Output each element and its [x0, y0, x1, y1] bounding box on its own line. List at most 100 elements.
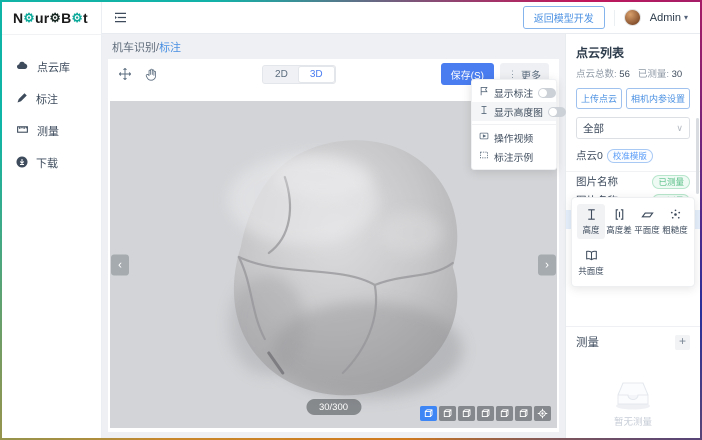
- user-menu[interactable]: Admin ▾: [650, 12, 688, 24]
- view-preset-right-button[interactable]: [496, 406, 513, 421]
- roughness-icon: [669, 208, 682, 221]
- divider: [614, 10, 615, 26]
- image-pager: 30/300: [306, 399, 361, 415]
- filter-select-value: 全部: [583, 121, 604, 136]
- view-preset-front-button[interactable]: [439, 406, 456, 421]
- avatar[interactable]: [624, 9, 641, 26]
- add-measure-button[interactable]: +: [675, 335, 690, 350]
- prev-image-button[interactable]: ‹: [111, 254, 129, 275]
- tool-height[interactable]: 高度: [577, 204, 605, 239]
- menu-item-label: 显示高度图: [494, 105, 543, 119]
- reset-view-button[interactable]: [534, 406, 551, 421]
- height-difference-icon: [613, 208, 626, 221]
- measure-section-header: 测量 +: [566, 326, 700, 357]
- tool-label: 平面度: [634, 224, 660, 236]
- measure-tool-popup: 高度 高度差 平面度 粗糙度: [571, 197, 695, 287]
- download-icon: [16, 156, 28, 171]
- user-name: Admin: [650, 12, 681, 24]
- back-to-model-dev-button[interactable]: 返回模型开发: [523, 6, 605, 29]
- app-window: N⚙ur⚙B⚙t 点云库 标注 测量 下载: [2, 2, 700, 438]
- more-dropdown-menu: 显示标注 显示高度图 操作视频 标注示例: [471, 79, 557, 170]
- pointcloud-name: 点云0: [576, 148, 603, 163]
- plus-icon: +: [679, 334, 686, 348]
- pointcloud-stats: 点云总数: 56 已测量: 30: [576, 66, 690, 80]
- tool-roughness[interactable]: 粗糙度: [661, 204, 689, 239]
- sidebar: N⚙ur⚙B⚙t 点云库 标注 测量 下载: [2, 2, 102, 438]
- tool-label: 共面度: [578, 265, 604, 277]
- measured-value: 30: [672, 69, 683, 80]
- tool-label: 粗糙度: [662, 224, 688, 236]
- pointcloud-3d-object: [172, 115, 482, 415]
- empty-state: 暂无测量: [576, 373, 690, 438]
- collapse-sidebar-icon[interactable]: [114, 12, 127, 23]
- sidebar-item-label: 标注: [36, 91, 58, 107]
- move-tool-icon[interactable]: [118, 67, 132, 81]
- camera-intrinsics-button[interactable]: 相机内参设置: [626, 88, 690, 109]
- sidebar-item-measure[interactable]: 测量: [2, 115, 101, 147]
- cloud-icon: [16, 59, 29, 75]
- filter-select[interactable]: 全部 ∨: [576, 117, 690, 139]
- sidebar-item-download[interactable]: 下载: [2, 147, 101, 179]
- chevron-left-icon: ‹: [118, 258, 122, 272]
- gear-icon: ⚙: [71, 12, 83, 25]
- gear-icon: ⚙: [50, 12, 62, 25]
- sidebar-item-label: 下载: [36, 155, 58, 171]
- measured-badge: 已测量: [652, 175, 690, 189]
- frame-icon: [479, 150, 489, 163]
- panel-scrollbar-thumb[interactable]: [696, 118, 699, 194]
- show-annotation-toggle-off[interactable]: [538, 88, 556, 98]
- view-3d-button[interactable]: 3D: [299, 67, 334, 82]
- measured-label: 已测量:: [638, 69, 669, 80]
- pan-hand-icon[interactable]: [144, 68, 157, 81]
- tool-coplanarity[interactable]: 共面度: [577, 245, 605, 280]
- toolbar-left: [118, 67, 157, 81]
- show-heightmap-toggle-off[interactable]: [548, 107, 566, 117]
- menu-item-annotation-example[interactable]: 标注示例: [472, 147, 556, 166]
- tool-flatness[interactable]: 平面度: [633, 204, 661, 239]
- pen-icon: [16, 92, 28, 107]
- breadcrumb-current: 标注: [159, 42, 181, 54]
- logo-text: ur: [35, 10, 50, 26]
- tool-height-difference[interactable]: 高度差: [605, 204, 633, 239]
- view-preset-iso-button[interactable]: [420, 406, 437, 421]
- sidebar-item-pointcloud-library[interactable]: 点云库: [2, 51, 101, 83]
- view-cube-bar: [420, 406, 551, 421]
- view-preset-top-button[interactable]: [515, 406, 532, 421]
- view-mode-switch: 2D 3D: [262, 65, 336, 84]
- menu-item-operation-video[interactable]: 操作视频: [472, 128, 556, 147]
- flag-icon: [479, 86, 489, 99]
- image-list-item[interactable]: 图片名称 已测量: [576, 172, 690, 191]
- total-label: 点云总数:: [576, 69, 617, 80]
- view-2d-button[interactable]: 2D: [264, 67, 299, 82]
- top-header: 返回模型开发 Admin ▾: [102, 2, 700, 34]
- height-ibeam-icon: [479, 105, 489, 118]
- logo-text: B: [61, 10, 71, 26]
- app-logo: N⚙ur⚙B⚙t: [2, 2, 101, 35]
- menu-item-label: 标注示例: [494, 150, 533, 164]
- chevron-down-icon: ∨: [676, 123, 683, 134]
- view-preset-left-button[interactable]: [477, 406, 494, 421]
- next-image-button[interactable]: ›: [538, 254, 556, 275]
- sidebar-nav: 点云库 标注 测量 下载: [2, 35, 101, 179]
- total-value: 56: [619, 69, 630, 80]
- view-preset-back-button[interactable]: [458, 406, 475, 421]
- gear-icon: ⚙: [23, 12, 35, 25]
- menu-item-show-heightmap[interactable]: 显示高度图: [472, 102, 556, 121]
- caliper-icon: [16, 123, 29, 139]
- panel-title: 点云列表: [576, 44, 690, 61]
- menu-item-label: 显示标注: [494, 86, 533, 100]
- chevron-right-icon: ›: [545, 258, 549, 272]
- pointcloud-list-panel: 点云列表 点云总数: 56 已测量: 30 上传点云 相机内参设置 全部 ∨ 点…: [565, 34, 700, 438]
- pointcloud-group-item[interactable]: 点云0 校准模版: [576, 148, 690, 163]
- caret-down-icon: ▾: [684, 13, 688, 22]
- measure-section-title: 测量: [576, 334, 599, 350]
- breadcrumb: 机车识别/标注: [102, 34, 565, 59]
- breadcrumb-parent[interactable]: 机车识别: [112, 42, 156, 54]
- height-icon: [585, 208, 598, 221]
- sidebar-item-label: 点云库: [37, 59, 70, 75]
- sidebar-item-annotation[interactable]: 标注: [2, 83, 101, 115]
- menu-item-label: 操作视频: [494, 131, 533, 145]
- upload-pointcloud-button[interactable]: 上传点云: [576, 88, 622, 109]
- menu-item-show-annotation[interactable]: 显示标注: [472, 83, 556, 102]
- video-icon: [479, 131, 489, 144]
